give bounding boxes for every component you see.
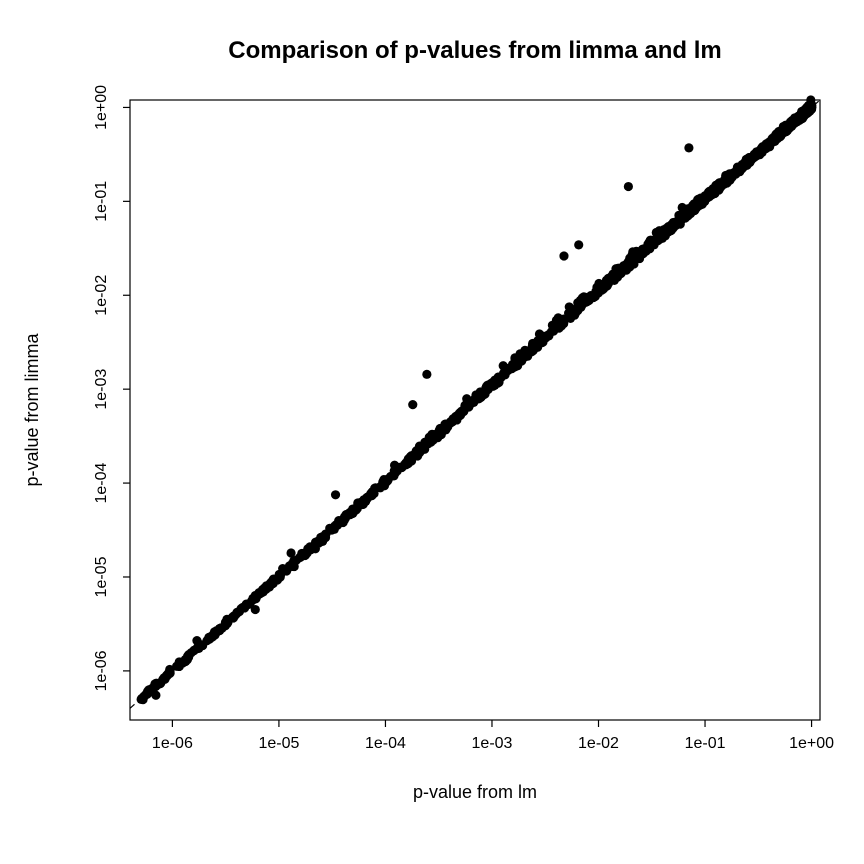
- data-point: [192, 636, 201, 645]
- chart-container: Comparison of p-values from limma and lm…: [0, 0, 864, 864]
- data-point: [162, 671, 171, 680]
- data-point: [404, 459, 413, 468]
- data-point: [251, 605, 260, 614]
- data-point: [325, 524, 334, 533]
- data-point: [457, 407, 466, 416]
- x-tick-label: 1e-06: [152, 735, 193, 752]
- x-tick-label: 1e-01: [685, 735, 726, 752]
- data-point: [300, 549, 309, 558]
- data-point: [568, 306, 577, 315]
- y-tick-label: 1e+00: [93, 85, 110, 130]
- x-tick-label: 1e-02: [578, 735, 619, 752]
- data-point: [207, 631, 216, 640]
- y-tick-label: 1e-01: [93, 181, 110, 222]
- data-point: [272, 575, 281, 584]
- data-point: [611, 269, 620, 278]
- x-tick-label: 1e-04: [365, 735, 406, 752]
- data-point: [194, 644, 203, 653]
- y-tick-label: 1e-06: [93, 650, 110, 691]
- data-point: [331, 490, 340, 499]
- y-axis-label: p-value from limma: [22, 332, 42, 486]
- x-axis-label: p-value from lm: [413, 782, 537, 802]
- data-point: [444, 421, 453, 430]
- data-point: [622, 264, 631, 273]
- data-point: [364, 492, 373, 501]
- data-point: [151, 691, 160, 700]
- data-point: [684, 143, 693, 152]
- data-point: [181, 655, 190, 664]
- x-tick-label: 1e-03: [472, 735, 513, 752]
- data-point: [467, 397, 476, 406]
- data-point: [726, 172, 735, 181]
- plot-area: [130, 95, 820, 708]
- points: [137, 95, 817, 704]
- data-point: [353, 504, 362, 513]
- data-point: [408, 400, 417, 409]
- chart-title: Comparison of p-values from limma and lm: [228, 37, 721, 64]
- x-tick-label: 1e-05: [258, 735, 299, 752]
- data-point: [574, 240, 583, 249]
- data-point: [516, 355, 525, 364]
- data-point: [795, 115, 804, 124]
- data-point: [667, 220, 676, 229]
- data-point: [807, 101, 816, 110]
- data-point: [422, 370, 431, 379]
- data-point: [708, 189, 717, 198]
- data-point: [559, 251, 568, 260]
- data-point: [594, 287, 603, 296]
- data-point: [524, 346, 533, 355]
- data-point: [345, 509, 354, 518]
- y-tick-label: 1e-05: [93, 556, 110, 597]
- data-point: [338, 518, 347, 527]
- data-point: [770, 137, 779, 146]
- data-point: [678, 203, 687, 212]
- data-point: [538, 332, 547, 341]
- data-point: [653, 236, 662, 245]
- data-point: [282, 566, 291, 575]
- data-point: [500, 365, 509, 374]
- data-point: [378, 477, 387, 486]
- y-tick-label: 1e-03: [93, 369, 110, 410]
- data-point: [631, 252, 640, 261]
- data-point: [261, 584, 270, 593]
- data-point: [643, 245, 652, 254]
- data-point: [311, 544, 320, 553]
- data-point: [389, 471, 398, 480]
- y-tick-label: 1e-04: [93, 463, 110, 504]
- y-tick-label: 1e-02: [93, 275, 110, 316]
- data-point: [286, 548, 295, 557]
- data-point: [783, 123, 792, 132]
- data-point: [693, 201, 702, 210]
- data-point: [624, 182, 633, 191]
- data-point: [412, 446, 421, 455]
- data-point: [557, 319, 566, 328]
- data-point: [426, 438, 435, 447]
- data-point: [223, 618, 232, 627]
- scatter-plot: Comparison of p-values from limma and lm…: [0, 0, 864, 864]
- data-point: [481, 386, 490, 395]
- data-point: [395, 463, 404, 472]
- x-tick-label: 1e+00: [789, 735, 834, 752]
- data-point: [759, 142, 768, 151]
- data-point: [239, 603, 248, 612]
